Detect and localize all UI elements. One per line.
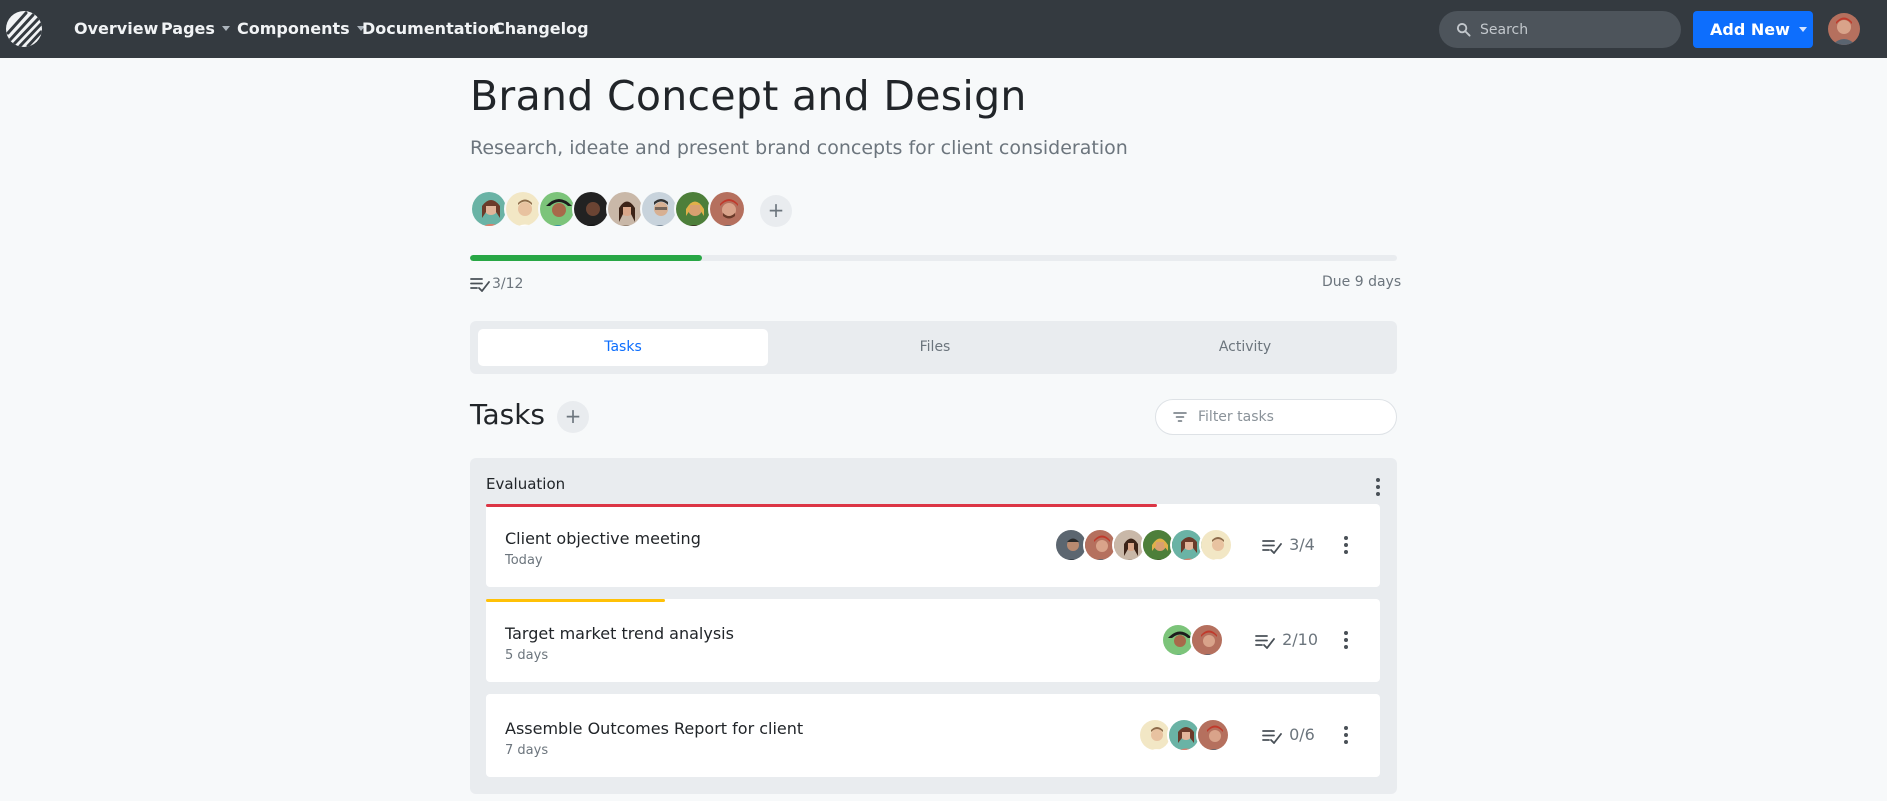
task-card[interactable]: Client objective meeting Today 3/4 [486,504,1380,587]
caret-down-icon [1798,27,1807,32]
task-progress-label: 2/10 [1282,630,1319,649]
add-member-button[interactable]: + [760,195,792,227]
filter-input[interactable] [1198,400,1388,434]
nav-changelog[interactable]: Changelog [493,17,589,41]
checklist-icon [1262,730,1282,744]
nav-documentation[interactable]: Documentation [362,17,500,41]
top-navbar: Overview Pages Components Documentation … [0,0,1887,58]
avatar[interactable] [674,190,712,228]
task-name[interactable]: Client objective meeting [505,529,701,548]
nav-components[interactable]: Components [237,17,365,41]
tab-files[interactable]: Files [790,329,1080,366]
tasks-heading: Tasks [470,398,546,431]
task-name[interactable]: Assemble Outcomes Report for client [505,719,803,738]
task-options-kebab-icon[interactable] [1336,723,1356,747]
checklist-icon [1262,540,1282,554]
user-avatar[interactable] [1828,13,1860,45]
task-due: Today [505,553,543,568]
nav-overview[interactable]: Overview [74,17,158,41]
avatar[interactable] [1196,718,1230,752]
filter-box [1155,399,1397,435]
task-options-kebab-icon[interactable] [1336,533,1356,557]
task-progress-label: 3/4 [1289,535,1315,554]
search-icon [1456,22,1471,37]
page-title: Brand Concept and Design [470,72,1027,120]
project-due: Due 9 days [1322,274,1402,290]
nav-pages-label: Pages [161,19,215,38]
avatar[interactable] [606,190,644,228]
avatar[interactable] [1199,528,1233,562]
task-checklist-progress: 2/10 [1255,630,1318,649]
filter-icon [1173,412,1187,422]
task-progress-bar [486,599,665,602]
checklist-icon [470,278,490,292]
task-checklist-progress: 3/4 [1262,535,1315,554]
avatar[interactable] [708,190,746,228]
avatar[interactable] [538,190,576,228]
add-new-button[interactable]: Add New [1693,11,1813,48]
nav-pages[interactable]: Pages [161,17,230,41]
caret-down-icon [221,26,230,31]
add-task-button[interactable]: + [557,401,589,433]
task-checklist-progress: 0/6 [1262,725,1315,744]
task-progress-label: 0/6 [1289,725,1315,744]
task-due: 7 days [505,743,549,758]
task-progress-bar [486,504,1157,507]
avatar[interactable] [640,190,678,228]
nav-components-label: Components [237,19,350,38]
project-task-count: 3/12 [470,276,523,292]
project-progress-fill [470,255,702,261]
avatar[interactable] [470,190,508,228]
task-card[interactable]: Assemble Outcomes Report for client 7 da… [486,694,1380,777]
nav-documentation-label: Documentation [362,19,501,38]
search-box [1439,11,1681,48]
nav-changelog-label: Changelog [493,19,589,38]
task-options-kebab-icon[interactable] [1336,628,1356,652]
task-due: 5 days [505,648,549,663]
avatar[interactable] [504,190,542,228]
avatar[interactable] [1190,623,1224,657]
checklist-icon [1255,635,1275,649]
logo-icon[interactable] [6,11,42,47]
nav-overview-label: Overview [74,19,159,38]
task-group-evaluation: Evaluation Client objective meeting Toda… [470,458,1397,794]
group-options-kebab-icon[interactable] [1368,475,1388,499]
tab-tasks[interactable]: Tasks [478,329,768,366]
tab-bar: Tasks Files Activity [470,321,1397,374]
task-card[interactable]: Target market trend analysis 5 days 2/10 [486,599,1380,682]
task-count-label: 3/12 [492,276,524,292]
search-input[interactable] [1480,11,1670,48]
page-subtitle: Research, ideate and present brand conce… [470,137,1128,159]
project-progress-bar [470,255,1397,261]
avatar[interactable] [572,190,610,228]
group-title: Evaluation [486,475,566,493]
add-new-label: Add New [1710,20,1790,39]
tab-activity[interactable]: Activity [1100,329,1390,366]
task-name[interactable]: Target market trend analysis [505,624,734,643]
